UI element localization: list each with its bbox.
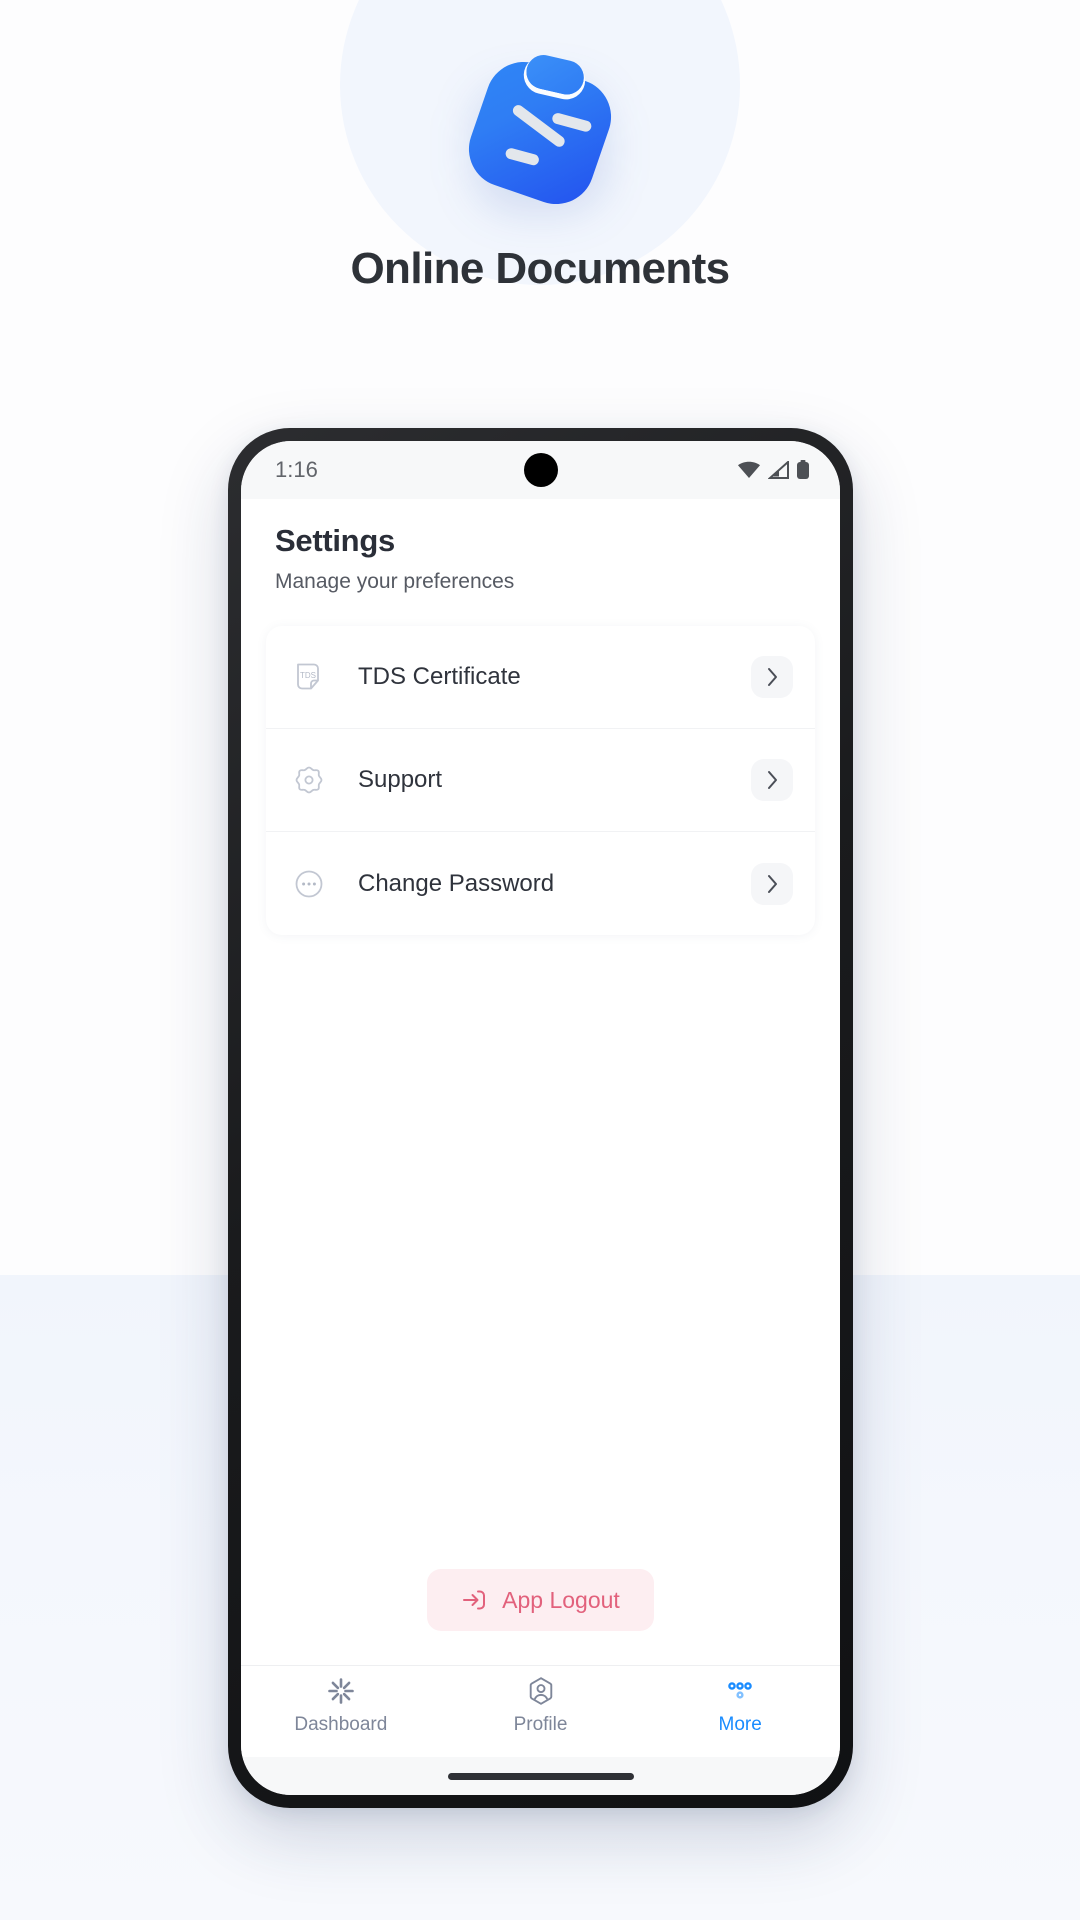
nav-item-dashboard[interactable]: Dashboard [241,1676,441,1757]
app-header: Settings Manage your preferences [241,499,840,594]
nav-item-more[interactable]: More [640,1676,840,1757]
setting-row-support[interactable]: Support [266,729,815,832]
page-title: Settings [275,523,395,558]
wifi-icon [737,461,761,479]
camera-punch-hole [523,453,558,487]
starburst-icon [326,1676,356,1706]
person-hexagon-icon [526,1676,556,1706]
setting-row-change-password[interactable]: Change Password [266,832,815,935]
clipboard-line-1 [551,111,593,133]
nav-label: More [718,1714,762,1735]
clipboard-line-2 [510,102,567,149]
gear-icon [286,757,332,803]
chevron-right-icon[interactable] [751,862,793,905]
app-logo [445,38,635,228]
app-logout-label: App Logout [502,1586,620,1613]
setting-label: Support [358,766,443,793]
home-indicator-area [241,1757,840,1795]
bottom-navigation-bar: Dashboard Profile More [241,1665,840,1757]
chevron-right-icon[interactable] [751,656,793,698]
setting-row-tds-certificate[interactable]: TDS TDS Certificate [266,626,815,729]
status-bar-icons [737,460,810,480]
home-indicator[interactable] [447,1772,634,1780]
four-dots-icon [725,1676,755,1706]
nav-item-profile[interactable]: Profile [441,1676,641,1757]
page-subtitle: Manage your preferences [275,570,515,593]
battery-icon [796,460,810,480]
brand-header: Online Documents [0,0,1080,294]
phone-device-frame: 1:16 Settings Manage your preferences TD… [228,428,853,1808]
nav-label: Profile [513,1714,568,1735]
chevron-right-icon[interactable] [751,759,793,801]
nav-label: Dashboard [294,1714,388,1735]
app-logout-button[interactable]: App Logout [427,1569,654,1631]
logout-arrow-icon [461,1588,487,1612]
settings-list: TDS TDS Certificate Support Change Passw… [266,626,815,935]
svg-text:TDS: TDS [300,671,316,680]
app-title: Online Documents [350,244,730,293]
setting-label: TDS Certificate [358,663,521,690]
status-bar: 1:16 [241,441,840,499]
setting-label: Change Password [358,869,555,897]
status-bar-time: 1:16 [275,457,318,482]
phone-screen: 1:16 Settings Manage your preferences TD… [241,441,840,1795]
logout-section: App Logout [241,1569,840,1665]
clipboard-line-3 [504,147,541,167]
cellular-signal-icon [768,461,789,479]
tds-document-icon: TDS [286,654,332,700]
ellipsis-circle-icon [286,861,332,907]
